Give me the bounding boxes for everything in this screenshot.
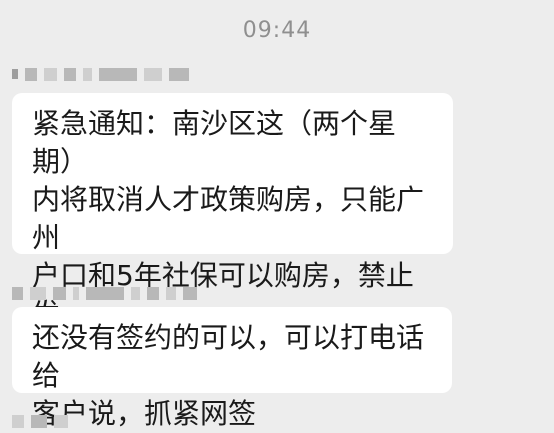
sender-name-redacted — [12, 67, 189, 81]
sender-name-redacted — [12, 286, 197, 300]
message-bubble[interactable]: 还没有签约的可以，可以打电话给 客户说，抓紧网签 — [12, 307, 452, 430]
sender-name-redacted — [12, 414, 68, 428]
message-bubble[interactable]: 紧急通知：南沙区这（两个星期） 内将取消人才政策购房，只能广州 户口和5年社保可… — [12, 93, 453, 368]
message-timestamp: 09:44 — [242, 18, 312, 43]
